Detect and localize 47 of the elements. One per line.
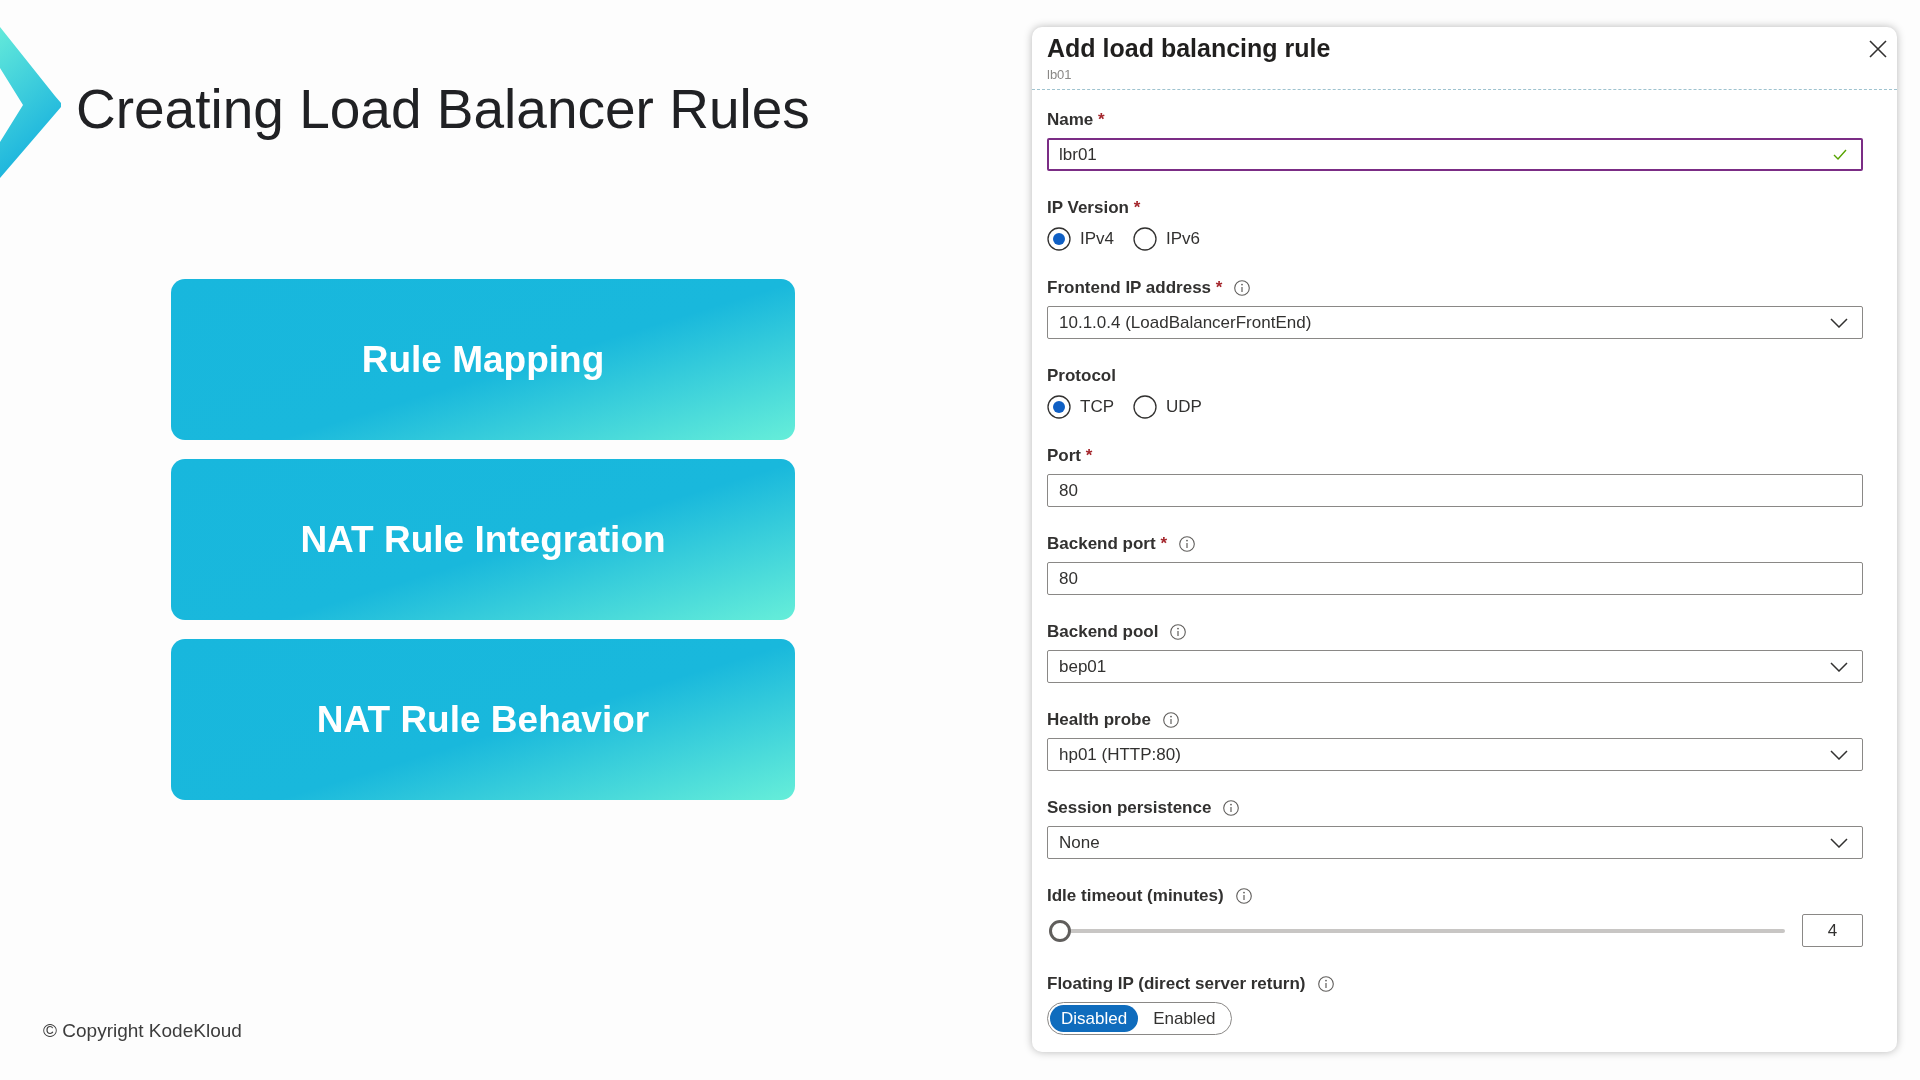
- chevron-down-icon: [1830, 661, 1848, 672]
- info-icon[interactable]: [1234, 280, 1251, 296]
- chevron-down-icon: [1830, 317, 1848, 328]
- text-field[interactable]: lbr01: [1047, 138, 1863, 171]
- info-icon[interactable]: [1317, 976, 1334, 992]
- field-label: Idle timeout (minutes): [1047, 886, 1224, 906]
- field-label: Protocol: [1047, 366, 1116, 386]
- field-label: Name *: [1047, 110, 1105, 130]
- field-label: Health probe: [1047, 710, 1151, 730]
- panel-subtitle: lb01: [1047, 67, 1073, 83]
- slider-track[interactable]: [1071, 928, 1785, 933]
- text-field[interactable]: 80: [1047, 562, 1863, 595]
- info-icon[interactable]: [1235, 888, 1252, 904]
- chevron-down-icon: [1830, 749, 1848, 760]
- copyright-text: © Copyright KodeKloud: [43, 1020, 242, 1042]
- topic-card: NAT Rule Behavior: [171, 639, 795, 800]
- field-label: Floating IP (direct server return): [1047, 974, 1306, 994]
- field-label: Backend port *: [1047, 534, 1167, 554]
- topic-card: Rule Mapping: [171, 279, 795, 440]
- toggle-option[interactable]: Disabled: [1050, 1005, 1139, 1032]
- info-icon[interactable]: [1179, 536, 1195, 552]
- close-icon: [1869, 40, 1887, 58]
- dropdown-field[interactable]: bep01: [1047, 650, 1863, 683]
- field-label: IP Version *: [1047, 198, 1141, 218]
- field-label: Backend pool: [1047, 622, 1159, 642]
- slider-thumb[interactable]: [1049, 919, 1071, 942]
- radio-option[interactable]: TCP: [1047, 394, 1114, 419]
- chevron-icon: [0, 27, 61, 178]
- dropdown-field[interactable]: hp01 (HTTP:80): [1047, 738, 1863, 771]
- topic-card: NAT Rule Integration: [171, 459, 795, 620]
- field-label: Session persistence: [1047, 798, 1212, 818]
- dropdown-field[interactable]: 10.1.0.4 (LoadBalancerFrontEnd): [1047, 306, 1863, 339]
- toggle-option[interactable]: Enabled: [1142, 1005, 1227, 1032]
- panel-title: Add load balancing rule: [1047, 33, 1331, 63]
- close-button[interactable]: [1869, 40, 1887, 58]
- chevron-down-icon: [1830, 837, 1848, 848]
- radio-option[interactable]: IPv4: [1047, 226, 1115, 251]
- field-label: Port *: [1047, 446, 1093, 466]
- field-label: Frontend IP address *: [1047, 278, 1223, 298]
- info-icon[interactable]: [1223, 800, 1240, 816]
- info-icon[interactable]: [1162, 712, 1179, 728]
- radio-option[interactable]: IPv6: [1133, 226, 1201, 251]
- radio-option[interactable]: UDP: [1133, 394, 1202, 419]
- dropdown-field[interactable]: None: [1047, 826, 1863, 859]
- text-field[interactable]: 80: [1047, 474, 1863, 507]
- info-icon[interactable]: [1170, 624, 1187, 640]
- number-field[interactable]: 4: [1802, 914, 1863, 947]
